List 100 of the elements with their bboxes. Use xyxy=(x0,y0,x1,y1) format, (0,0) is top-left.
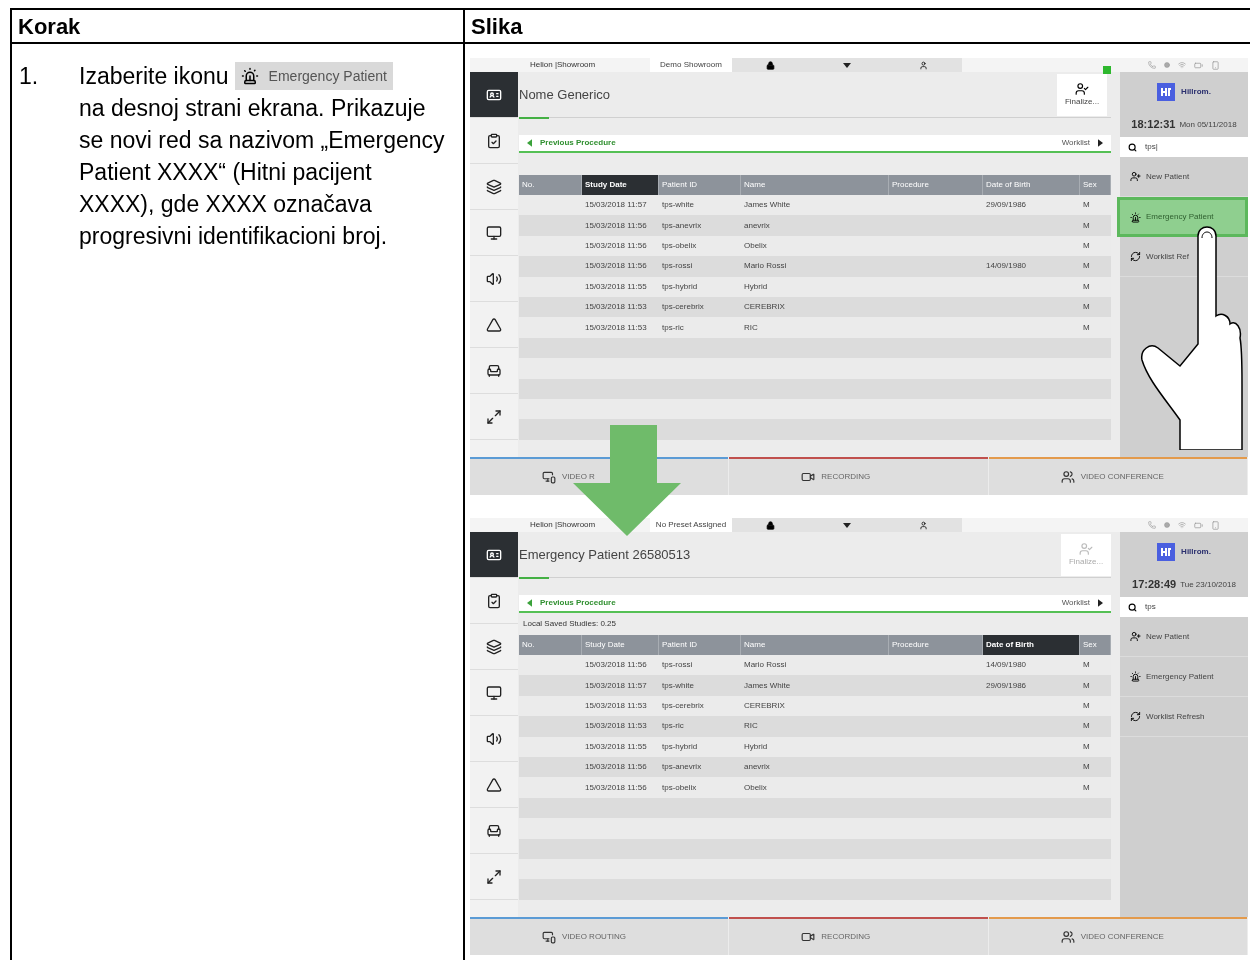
phone-device-icon xyxy=(1211,520,1220,530)
bottom-tab[interactable]: VIDEO CONFERENCE xyxy=(988,919,1247,955)
site-name: Helion |Showroom xyxy=(530,519,597,531)
worklist-link[interactable]: Worklist xyxy=(1061,137,1090,149)
forward-arrow-icon[interactable] xyxy=(1098,139,1103,147)
side-action[interactable]: Emergency Patient xyxy=(1120,657,1248,697)
table-cell: M xyxy=(1083,301,1090,314)
column-header[interactable]: Date of Birth xyxy=(983,635,1080,655)
instruction-text: Izaberite ikonu xyxy=(79,62,229,91)
phone-icon xyxy=(1148,61,1156,69)
back-arrow-icon[interactable] xyxy=(527,139,532,147)
site-name: Helion |Showroom xyxy=(530,59,597,71)
caret-icon[interactable] xyxy=(843,522,851,528)
expand-icon xyxy=(486,868,502,885)
refresh-icon xyxy=(1130,711,1141,722)
brand-name: Hillrom. xyxy=(1181,86,1211,98)
caret-icon[interactable] xyxy=(843,62,851,68)
clipboard-check-icon xyxy=(486,132,502,149)
sidebar-tab[interactable] xyxy=(470,72,518,118)
table-row[interactable]: 15/03/2018 11:57 tps-white James White 29/09/1986 M xyxy=(519,675,1111,696)
table-cell: 15/03/2018 11:53 xyxy=(585,321,647,334)
column-header[interactable]: Study Date xyxy=(582,175,659,195)
brand-name: Hillrom. xyxy=(1181,546,1211,558)
table-cell: tps-ric xyxy=(662,720,684,733)
finalize-button[interactable]: Finalize... xyxy=(1057,73,1107,116)
battery-icon xyxy=(1194,60,1203,70)
clipboard-check-icon xyxy=(486,592,502,609)
monitor-icon xyxy=(486,684,502,701)
clock-time: 18:12:31 xyxy=(1131,117,1176,133)
layers-icon xyxy=(486,178,502,195)
table-cell: M xyxy=(1083,321,1090,334)
signal-icon xyxy=(1178,61,1186,69)
monitor-icon xyxy=(486,224,502,241)
table-cell: 15/03/2018 11:53 xyxy=(585,720,647,733)
table-cell: 15/03/2018 11:53 xyxy=(585,301,647,314)
chair-icon xyxy=(486,362,502,379)
sidebar-tab[interactable] xyxy=(470,532,518,578)
person-icon[interactable] xyxy=(919,60,928,70)
table-cell: Mario Rossi xyxy=(744,260,787,273)
table-cell: tps-cerebrix xyxy=(662,301,704,314)
table-cell: RIC xyxy=(744,720,758,733)
preset-label: Demo Showroom xyxy=(650,58,732,72)
table-cell: tps-anevrix xyxy=(662,761,702,774)
camera-icon xyxy=(801,930,816,944)
previous-procedure-link[interactable]: Previous Procedure xyxy=(540,137,616,149)
table-cell: tps-rossi xyxy=(662,659,693,672)
table-cell: M xyxy=(1083,720,1090,733)
table-cell: 15/03/2018 11:57 xyxy=(585,199,647,212)
beacon-icon xyxy=(1130,671,1141,682)
table-row[interactable]: 15/03/2018 11:53 tps-cerebrix CEREBRIX M xyxy=(519,296,1111,318)
emergency-patient-chip: Emergency Patient xyxy=(234,62,393,90)
table-cell: tps-hybrid xyxy=(662,740,698,753)
table-cell: M xyxy=(1083,699,1090,712)
table-cell: anevrix xyxy=(744,219,770,232)
bottom-tab[interactable]: RECORDING xyxy=(729,919,988,955)
search-field[interactable]: tps| xyxy=(1120,137,1248,157)
person-icon[interactable] xyxy=(919,520,928,530)
lock-icon[interactable] xyxy=(766,520,775,530)
side-action[interactable]: New Patient xyxy=(1120,617,1248,657)
step-number: 1. xyxy=(19,62,40,91)
table-cell: 14/09/1980 xyxy=(986,659,1027,672)
forward-arrow-icon[interactable] xyxy=(1098,599,1103,607)
clock-date: Tue 23/10/2018 xyxy=(1180,578,1236,591)
table-cell: tps-hybrid xyxy=(662,280,698,293)
search-field[interactable]: tps xyxy=(1120,597,1248,617)
patient-title: Nome Generico xyxy=(519,85,612,104)
bottom-tab[interactable]: RECORDING xyxy=(729,459,988,495)
previous-procedure-link[interactable]: Previous Procedure xyxy=(540,597,616,609)
lock-icon[interactable] xyxy=(766,60,775,70)
table-row[interactable]: 15/03/2018 11:56 tps-anevrix anevrix M xyxy=(519,215,1111,236)
table-cell: M xyxy=(1083,260,1090,273)
table-cell: 15/03/2018 11:56 xyxy=(585,219,647,232)
table-cell: tps-cerebrix xyxy=(662,699,704,712)
table-cell: James White xyxy=(744,199,791,212)
table-row[interactable]: 15/03/2018 11:56 tps-anevrix anevrix M xyxy=(519,756,1111,778)
phone-icon xyxy=(1148,521,1156,529)
add-user-icon xyxy=(1130,631,1141,642)
instruction-text: na desnoj strani ekrana. Prikazuje se novi red sa nazivom „Emergency Patient XXXX“ (Hitni pacijent XXXX), gde XXXX označava progresivni identifikacioni broj. xyxy=(79,94,446,251)
camera-icon xyxy=(801,470,816,484)
battery-icon xyxy=(1194,520,1203,530)
bottom-tab[interactable]: VIDEO ROUTING xyxy=(470,919,729,955)
table-cell: Hybrid xyxy=(744,280,768,293)
side-action[interactable]: Worklist Refresh xyxy=(1120,697,1248,737)
worklist-link[interactable]: Worklist xyxy=(1061,597,1090,609)
bottom-tab[interactable]: VIDEO R xyxy=(470,459,729,495)
table-cell: 29/09/1986 xyxy=(986,199,1027,212)
brand-logo-icon xyxy=(1157,543,1176,561)
devices-icon xyxy=(542,930,556,944)
table-cell: Hybrid xyxy=(744,740,768,753)
table-cell: M xyxy=(1083,659,1090,672)
search-icon xyxy=(1128,142,1137,152)
table-row[interactable]: 15/03/2018 11:53 tps-ric RIC M xyxy=(519,716,1111,737)
table-cell: RIC xyxy=(744,321,758,334)
people-icon xyxy=(1060,930,1075,944)
bottom-tab[interactable]: VIDEO CONFERENCE xyxy=(988,459,1247,495)
table-cell: 29/09/1986 xyxy=(986,679,1027,692)
back-arrow-icon[interactable] xyxy=(527,599,532,607)
column-heading: Slika xyxy=(471,12,523,41)
table-row[interactable]: 15/03/2018 11:56 tps-rossi Mario Rossi 14/09/1980 M xyxy=(519,256,1111,277)
side-action[interactable]: Emergency Patient xyxy=(1117,197,1248,237)
